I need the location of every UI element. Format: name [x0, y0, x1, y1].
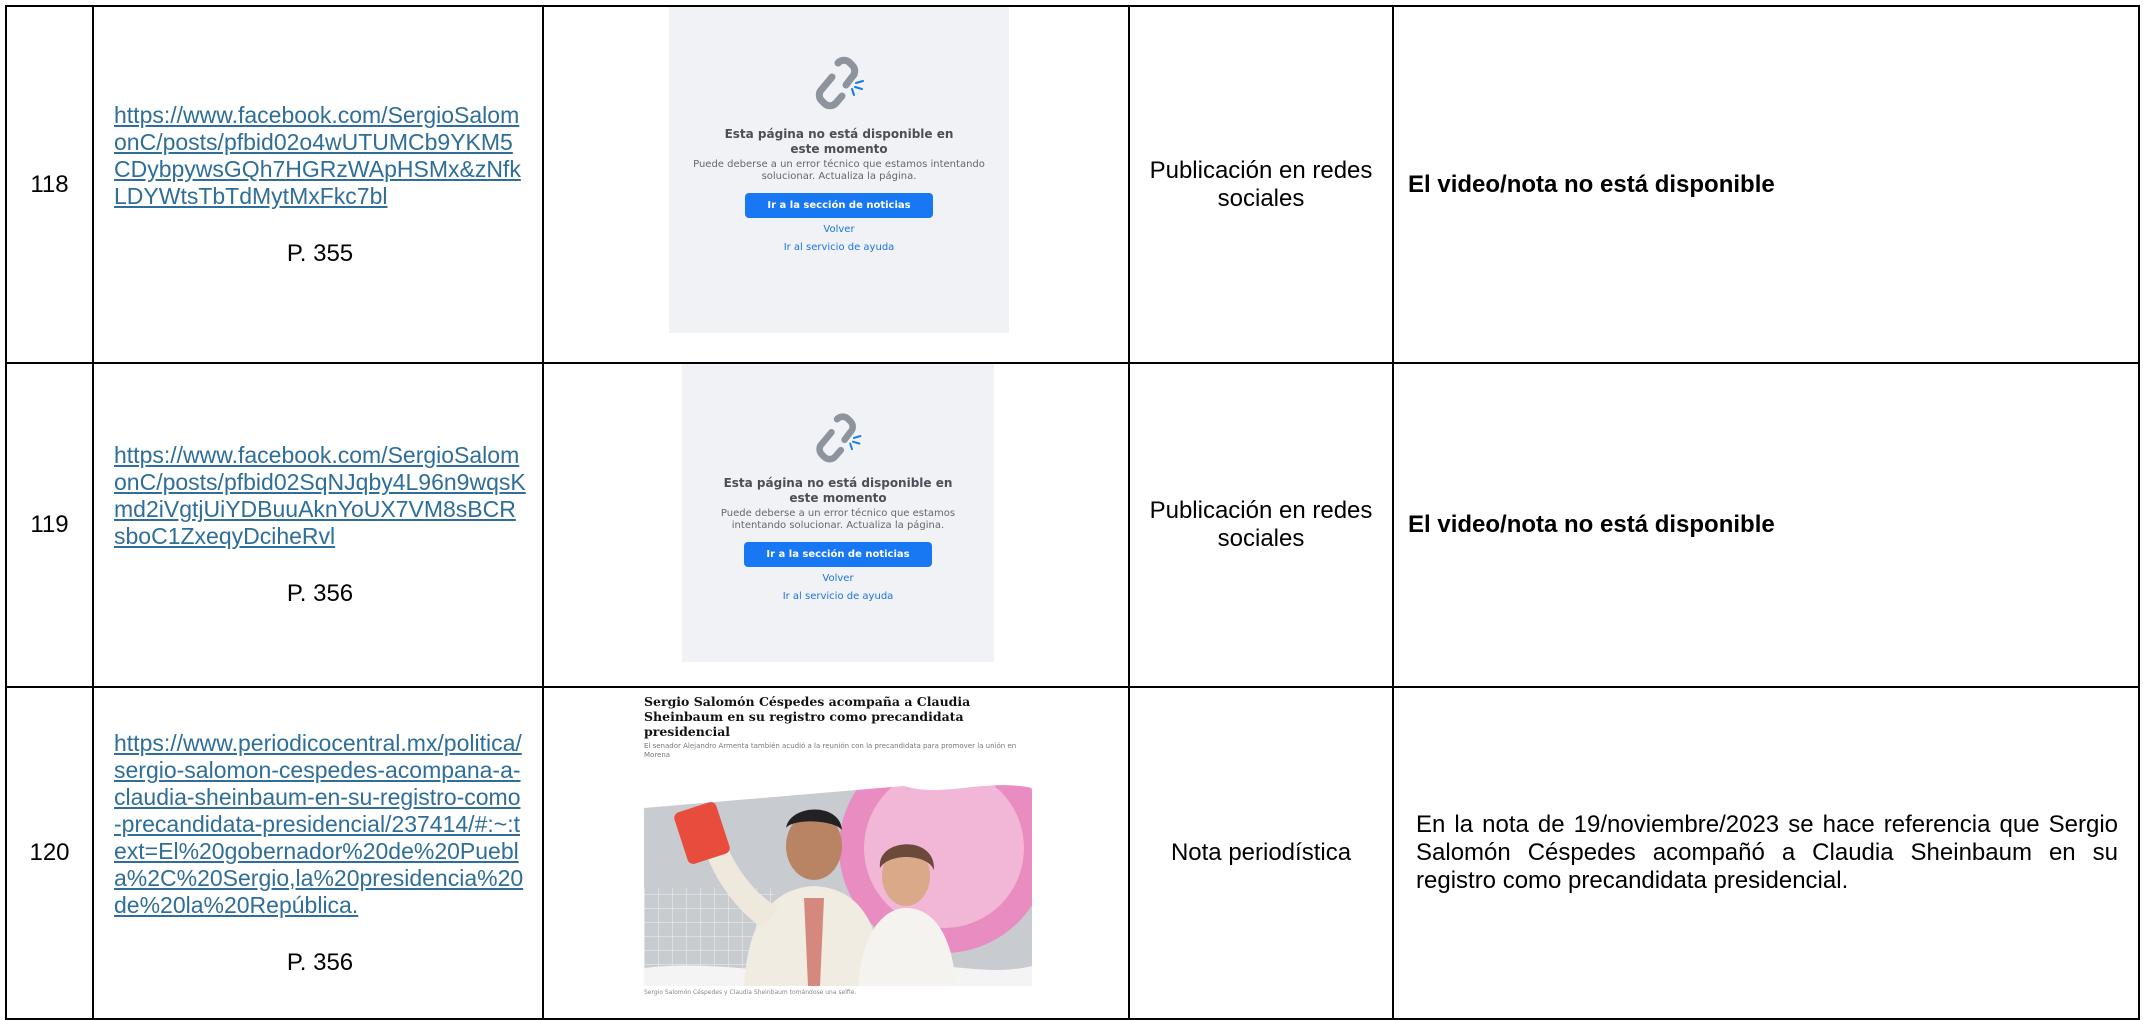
facebook-unavailable-screenshot: Esta página no está disponible en este m… [669, 8, 1009, 333]
evidence-type: Publicación en redes sociales [1128, 362, 1394, 688]
page-reference: P. 355 [286, 239, 354, 267]
broken-link-icon [816, 413, 862, 463]
link-cell: https://www.facebook.com/SergioSalomonC/… [92, 362, 544, 688]
unavailable-description: Puede deberse a un error técnico que est… [720, 508, 956, 531]
screenshot-cell: Esta página no está disponible en este m… [542, 5, 1130, 364]
news-section-button: Ir a la sección de noticias [745, 193, 933, 218]
facebook-unavailable-screenshot: Esta página no está disponible en este m… [682, 365, 994, 662]
back-link: Volver [822, 573, 854, 584]
article-photo [644, 768, 1032, 986]
source-url-link[interactable]: https://www.periodicocentral.mx/politica… [114, 730, 526, 919]
observation: El video/nota no está disponible [1392, 5, 2140, 364]
observation-cell: En la nota de 19/noviembre/2023 se hace … [1392, 686, 2140, 1020]
source-url-link[interactable]: https://www.facebook.com/SergioSalomonC/… [114, 102, 526, 210]
unavailable-description: Puede deberse a un error técnico que est… [693, 159, 985, 182]
news-section-button: Ir a la sección de noticias [744, 542, 932, 567]
source-url-link[interactable]: https://www.facebook.com/SergioSalomonC/… [114, 442, 526, 550]
evidence-type: Publicación en redes sociales [1128, 5, 1394, 364]
table-row: 119 https://www.facebook.com/SergioSalom… [5, 362, 2140, 688]
row-number: 118 [5, 5, 94, 364]
table-row: 120 https://www.periodicocentral.mx/poli… [5, 686, 2140, 1020]
row-number: 120 [5, 686, 94, 1020]
observation: En la nota de 19/noviembre/2023 se hace … [1416, 811, 2118, 894]
unavailable-title: Esta página no está disponible en este m… [723, 476, 953, 505]
evidence-table: 118 https://www.facebook.com/SergioSalom… [5, 5, 2140, 1020]
link-cell: https://www.facebook.com/SergioSalomonC/… [92, 5, 544, 364]
link-cell: https://www.periodicocentral.mx/politica… [92, 686, 544, 1020]
screenshot-cell: Esta página no está disponible en este m… [542, 362, 1130, 688]
screenshot-cell: Sergio Salomón Céspedes acompaña a Claud… [542, 686, 1130, 1020]
row-number: 119 [5, 362, 94, 688]
help-link: Ir al servicio de ayuda [782, 591, 894, 602]
help-link: Ir al servicio de ayuda [783, 242, 895, 253]
selfie-photo-illustration [644, 768, 1032, 986]
evidence-type: Nota periodística [1128, 686, 1394, 1020]
unavailable-title: Esta página no está disponible en este m… [724, 127, 954, 156]
broken-link-icon [815, 56, 864, 110]
article-subheadline: El senador Alejandro Armenta también acu… [644, 742, 1017, 759]
photo-caption: Sergio Salomón Céspedes y Claudia Sheinb… [644, 989, 857, 996]
table-row: 118 https://www.facebook.com/SergioSalom… [5, 5, 2140, 364]
page-reference: P. 356 [286, 580, 354, 607]
page-reference: P. 356 [286, 948, 354, 976]
news-article-screenshot: Sergio Salomón Céspedes acompaña a Claud… [644, 694, 1044, 1014]
observation: El video/nota no está disponible [1392, 362, 2140, 688]
article-headline: Sergio Salomón Céspedes acompaña a Claud… [644, 694, 971, 739]
back-link: Volver [823, 224, 855, 235]
